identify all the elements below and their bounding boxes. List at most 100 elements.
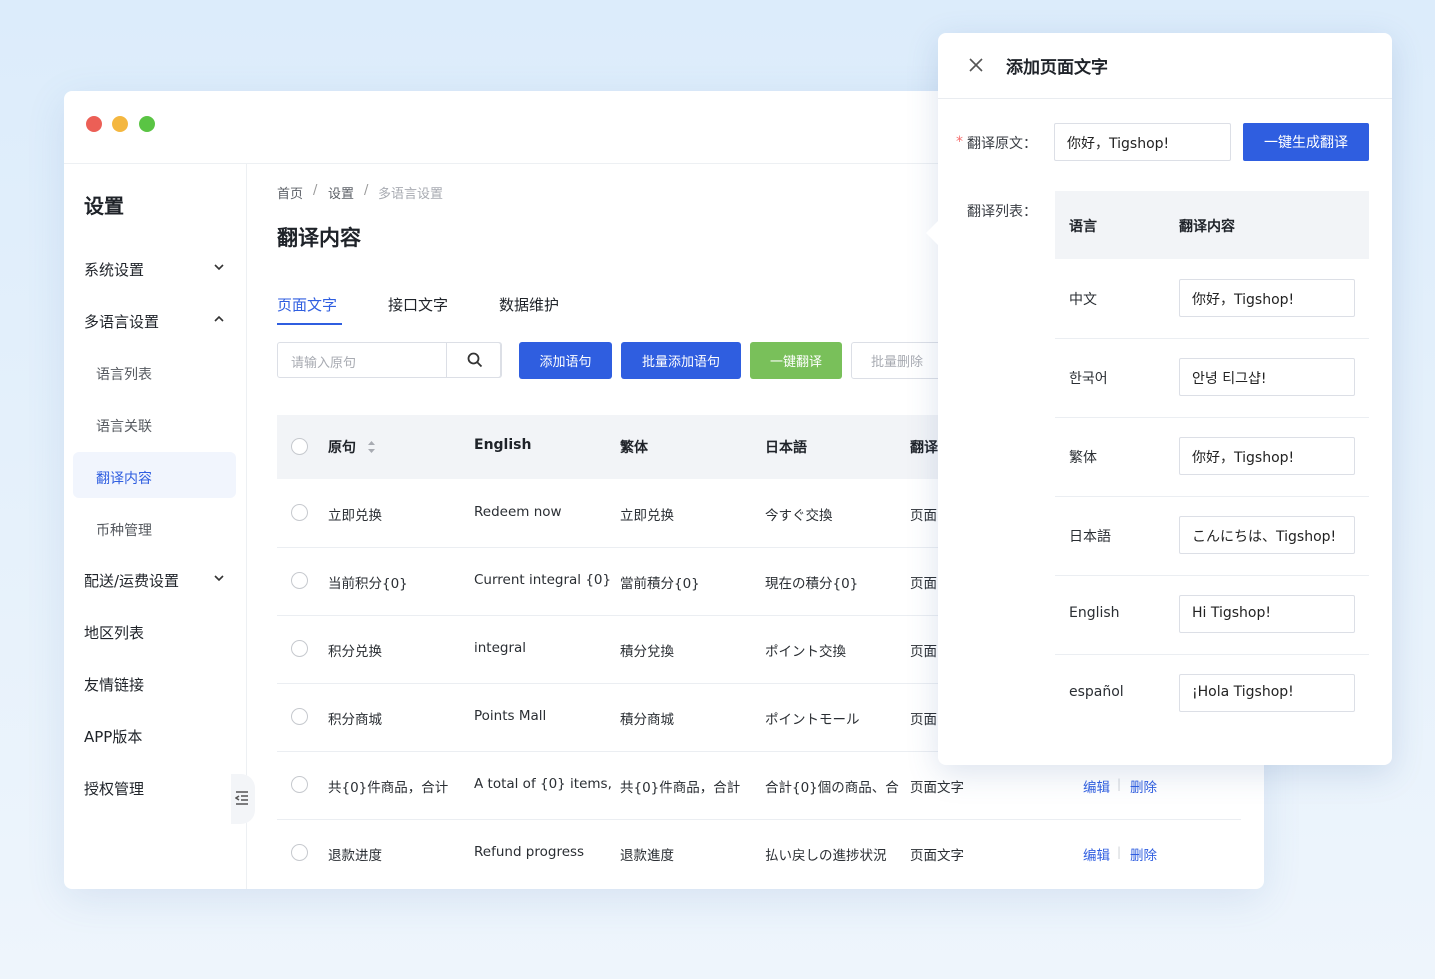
- batch-delete-button[interactable]: 批量删除: [851, 342, 943, 379]
- drawer-pointer: [926, 219, 940, 247]
- generate-translation-button[interactable]: 一键生成翻译: [1243, 123, 1369, 161]
- row-checkbox[interactable]: [291, 844, 308, 861]
- maximize-window-dot[interactable]: [139, 116, 155, 132]
- row-checkbox[interactable]: [291, 708, 308, 725]
- translation-input[interactable]: ¡Hola Tigshop!: [1179, 674, 1355, 712]
- sidebar-item-authorization[interactable]: 授权管理: [84, 778, 144, 799]
- active-tab-indicator: [277, 323, 342, 325]
- cell-traditional: 積分兌換: [620, 644, 674, 660]
- cell-japanese: 払い戻しの進捗状況: [765, 848, 887, 864]
- tab-interface-text[interactable]: 接口文字: [388, 294, 448, 315]
- translation-input[interactable]: 안녕 티그샵!: [1179, 358, 1355, 396]
- column-header-source: 原句: [328, 440, 356, 456]
- language-name: 한국어: [1069, 371, 1108, 387]
- row-checkbox[interactable]: [291, 504, 308, 521]
- sidebar-item-region-list[interactable]: 地区列表: [84, 622, 144, 643]
- chevron-up-icon[interactable]: [214, 315, 224, 323]
- cell-source: 共{0}件商品，合计: [328, 780, 449, 796]
- row-checkbox[interactable]: [291, 572, 308, 589]
- breadcrumb-current: 多语言设置: [378, 187, 444, 202]
- sidebar-item-translation-content[interactable]: 翻译内容: [96, 468, 152, 488]
- cell-traditional: 積分商城: [620, 712, 674, 728]
- translation-input[interactable]: 你好，Tigshop!: [1179, 279, 1355, 317]
- translation-input[interactable]: こんにちは、Tigshop!: [1179, 516, 1355, 554]
- sidebar-item-language-list[interactable]: 语言列表: [96, 364, 152, 384]
- cell-type: 页面文字: [910, 848, 964, 864]
- cell-english: A total of {0} items,: [474, 776, 612, 792]
- cell-source: 积分兑换: [328, 644, 382, 660]
- translation-row: English Hi Tigshop!: [1055, 575, 1369, 655]
- action-separator: |: [1117, 777, 1122, 791]
- translation-list-label: 翻译列表：: [967, 204, 1037, 220]
- edit-link[interactable]: 编辑: [1083, 844, 1110, 864]
- add-page-text-drawer: 添加页面文字 * 翻译原文： 你好，Tigshop! 一键生成翻译 翻译列表： …: [926, 33, 1392, 765]
- cell-type: 页面文字: [910, 780, 964, 796]
- cell-traditional: 當前積分{0}: [620, 576, 700, 592]
- sidebar-item-language-association[interactable]: 语言关联: [96, 416, 152, 436]
- indent-icon: [235, 791, 248, 805]
- row-checkbox[interactable]: [291, 776, 308, 793]
- translation-input[interactable]: Hi Tigshop!: [1179, 595, 1355, 633]
- select-all-checkbox[interactable]: [291, 438, 308, 455]
- sidebar-item-app-version[interactable]: APP版本: [84, 726, 142, 747]
- sidebar-item-system-settings[interactable]: 系统设置: [84, 259, 144, 280]
- sort-icon[interactable]: [367, 440, 376, 454]
- cell-traditional: 退款進度: [620, 848, 674, 864]
- breadcrumb-separator: /: [364, 183, 369, 198]
- column-header-content: 翻译内容: [1179, 219, 1235, 235]
- column-header-japanese: 日本語: [765, 440, 807, 456]
- cell-japanese: 今すぐ交換: [765, 508, 833, 524]
- source-text-input[interactable]: 你好，Tigshop!: [1054, 123, 1231, 161]
- close-window-dot[interactable]: [86, 116, 102, 132]
- chevron-down-icon[interactable]: [214, 574, 224, 582]
- translation-input[interactable]: 你好，Tigshop!: [1179, 437, 1355, 475]
- sidebar-item-currency-management[interactable]: 币种管理: [96, 520, 152, 540]
- search-button[interactable]: [446, 342, 502, 378]
- translation-table-header: 语言 翻译内容: [1055, 191, 1369, 259]
- cell-japanese: 合計{0}個の商品、合: [765, 780, 899, 796]
- tab-page-text[interactable]: 页面文字: [277, 294, 337, 315]
- column-header-traditional: 繁体: [620, 440, 648, 456]
- sidebar-item-friend-links[interactable]: 友情链接: [84, 674, 144, 695]
- sidebar: 设置 系统设置 多语言设置 语言列表 语言关联 翻译内容 币种管理 配送/运费设…: [64, 164, 247, 889]
- translation-row: 中文 你好，Tigshop!: [1055, 259, 1369, 339]
- one-click-translate-button[interactable]: 一键翻译: [750, 342, 842, 379]
- search-input[interactable]: 请输入原句: [291, 352, 356, 371]
- translation-row: 한국어 안녕 티그샵!: [1055, 338, 1369, 418]
- sidebar-item-label: 配送/运费设置: [84, 572, 180, 590]
- breadcrumb-home[interactable]: 首页: [277, 183, 303, 202]
- language-name: español: [1069, 684, 1124, 700]
- source-text-label: 翻译原文：: [967, 136, 1037, 152]
- column-header-translation: 翻译: [910, 440, 938, 456]
- translation-row: español ¡Hola Tigshop!: [1055, 654, 1369, 733]
- close-icon[interactable]: [968, 57, 984, 73]
- sidebar-item-shipping-settings[interactable]: 配送/运费设置: [84, 570, 179, 591]
- cell-japanese: 現在の積分{0}: [765, 576, 859, 592]
- language-name: English: [1069, 605, 1120, 621]
- cell-traditional: 共{0}件商品，合計: [620, 780, 741, 796]
- sidebar-item-multilanguage[interactable]: 多语言设置: [84, 311, 159, 332]
- cell-japanese: ポイント交換: [765, 644, 846, 660]
- language-name: 日本語: [1069, 529, 1111, 545]
- language-name: 繁体: [1069, 450, 1097, 466]
- cell-english: Current integral {0}: [474, 572, 612, 588]
- batch-add-sentence-button[interactable]: 批量添加语句: [621, 342, 741, 379]
- sidebar-collapse-toggle[interactable]: [231, 774, 255, 824]
- delete-link[interactable]: 删除: [1130, 776, 1157, 796]
- sidebar-item-label: 系统设置: [84, 261, 145, 279]
- add-sentence-button[interactable]: 添加语句: [519, 342, 612, 379]
- sidebar-item-label: 多语言设置: [84, 313, 160, 331]
- minimize-window-dot[interactable]: [112, 116, 128, 132]
- delete-link[interactable]: 删除: [1130, 844, 1157, 864]
- row-checkbox[interactable]: [291, 640, 308, 657]
- table-row: 退款进度 Refund progress 退款進度 払い戻しの進捗状況 页面文字…: [277, 819, 1241, 887]
- translation-row: 繁体 你好，Tigshop!: [1055, 417, 1369, 497]
- cell-source: 积分商城: [328, 712, 382, 728]
- chevron-down-icon[interactable]: [214, 263, 224, 271]
- cell-english: integral: [474, 640, 527, 656]
- cell-type: 页面: [910, 644, 937, 660]
- breadcrumb-settings[interactable]: 设置: [328, 183, 354, 202]
- tab-data-maintenance[interactable]: 数据维护: [499, 294, 559, 315]
- edit-link[interactable]: 编辑: [1083, 776, 1110, 796]
- page-title: 翻译内容: [277, 226, 361, 250]
